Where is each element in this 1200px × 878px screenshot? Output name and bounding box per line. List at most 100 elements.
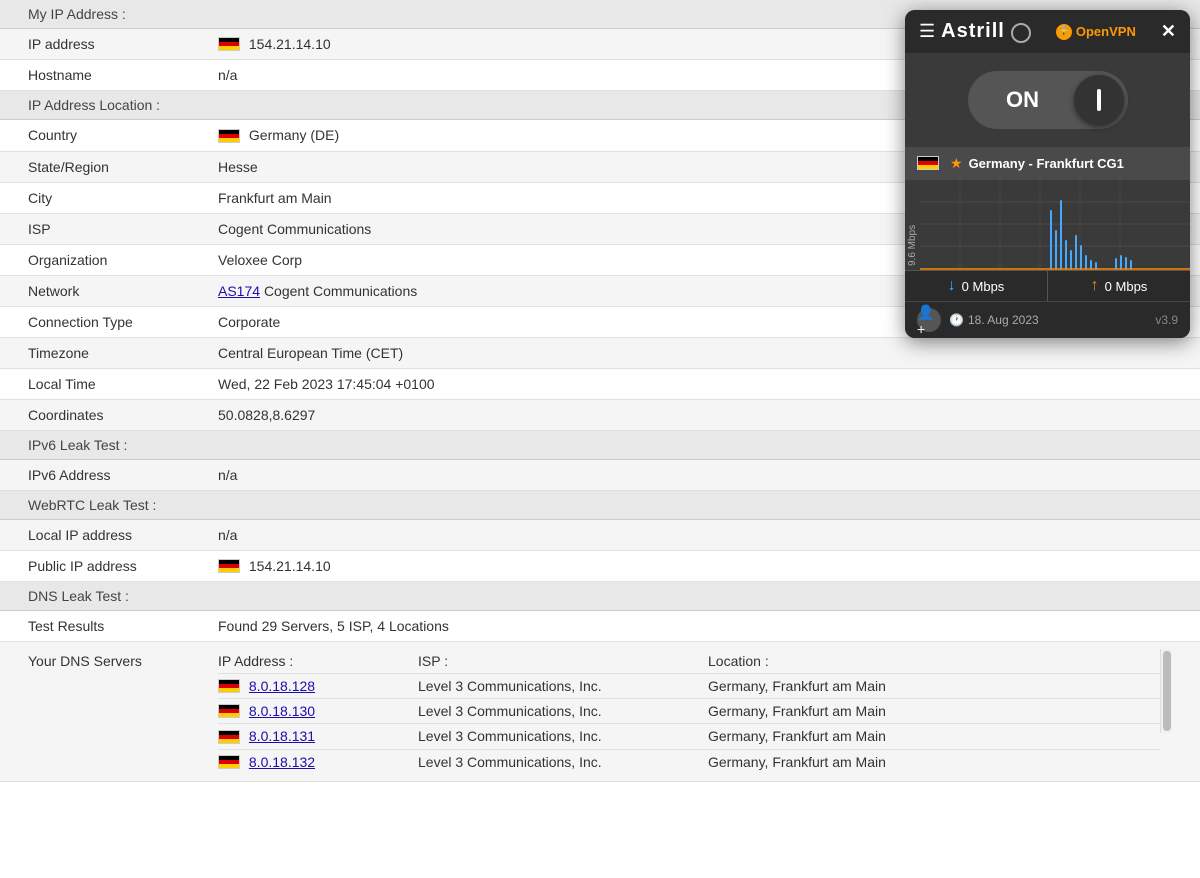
dns-table-row: 8.0.18.130 Level 3 Communications, Inc. … xyxy=(218,698,1160,723)
dns-isp-2: Level 3 Communications, Inc. xyxy=(418,703,708,719)
vpn-clock-icon: 🕐 xyxy=(949,313,964,327)
timezone-label: Timezone xyxy=(28,345,218,361)
dns-header-location: Location : xyxy=(708,653,1160,669)
local-time-row: Local Time Wed, 22 Feb 2023 17:45:04 +01… xyxy=(0,369,1200,400)
local-ip-row: Local IP address n/a xyxy=(0,520,1200,551)
test-results-value: Found 29 Servers, 5 ISP, 4 Locations xyxy=(218,618,1172,634)
dns-servers-value: IP Address : ISP : Location : 8.0.18.128… xyxy=(218,649,1160,774)
local-time-value: Wed, 22 Feb 2023 17:45:04 +0100 xyxy=(218,376,1172,392)
vpn-protocol-label: OpenVPN xyxy=(1076,24,1136,39)
country-flag-icon xyxy=(218,129,240,143)
dns-flag-icon-2 xyxy=(218,704,240,718)
dns-table: IP Address : ISP : Location : 8.0.18.128… xyxy=(218,649,1160,774)
ipv6-address-label: IPv6 Address xyxy=(28,467,218,483)
test-results-row: Test Results Found 29 Servers, 5 ISP, 4 … xyxy=(0,611,1200,642)
dns-loc-1: Germany, Frankfurt am Main xyxy=(708,678,1160,694)
vpn-footer: 👤+ 🕐 18. Aug 2023 v3.9 xyxy=(905,301,1190,338)
dns-flag-icon-3 xyxy=(218,730,240,744)
dns-table-header: IP Address : ISP : Location : xyxy=(218,649,1160,673)
hostname-label: Hostname xyxy=(28,67,218,83)
dns-flag-icon-4 xyxy=(218,755,240,769)
dns-ip-1: 8.0.18.128 xyxy=(218,678,418,694)
ip-location-title: IP Address Location : xyxy=(28,97,160,113)
vpn-speed-up-value: 0 Mbps xyxy=(1105,279,1148,294)
ipv6-section-header: IPv6 Leak Test : xyxy=(0,431,1200,460)
city-label: City xyxy=(28,190,218,206)
dns-isp-1: Level 3 Communications, Inc. xyxy=(418,678,708,694)
ipv6-address-row: IPv6 Address n/a xyxy=(0,460,1200,491)
vpn-toggle-knob xyxy=(1074,75,1124,125)
connection-type-label: Connection Type xyxy=(28,314,218,330)
dns-servers-label: Your DNS Servers xyxy=(28,649,218,669)
vpn-toggle-label: ON xyxy=(972,87,1074,113)
dns-ip-link-1[interactable]: 8.0.18.128 xyxy=(249,678,315,694)
vpn-star-icon: ★ xyxy=(950,155,963,172)
flag-icon xyxy=(218,37,240,51)
vpn-add-user-icon[interactable]: 👤+ xyxy=(917,308,941,332)
vpn-toggle-knob-bar xyxy=(1097,89,1101,111)
test-results-label: Test Results xyxy=(28,618,218,634)
vpn-speed-upload: ↑ 0 Mbps xyxy=(1048,271,1190,301)
dns-ip-link-2[interactable]: 8.0.18.130 xyxy=(249,703,315,719)
vpn-protocol: 🔒 OpenVPN xyxy=(1056,24,1136,40)
webrtc-section-header: WebRTC Leak Test : xyxy=(0,491,1200,520)
dns-isp-3: Level 3 Communications, Inc. xyxy=(418,728,708,744)
download-arrow-icon: ↓ xyxy=(948,277,956,295)
org-label: Organization xyxy=(28,252,218,268)
vpn-chart-area: 9.6 Mbps xyxy=(905,180,1190,270)
vpn-header-left: ☰ Astrill xyxy=(919,20,1031,43)
vpn-speed-down-value: 0 Mbps xyxy=(962,279,1005,294)
timezone-value: Central European Time (CET) xyxy=(218,345,1172,361)
scrollbar[interactable] xyxy=(1160,649,1172,733)
vpn-chart-label: 9.6 Mbps xyxy=(905,180,920,270)
public-ip-row: Public IP address 154.21.14.10 xyxy=(0,551,1200,582)
vpn-chart-canvas xyxy=(920,180,1190,270)
vpn-title: Astrill xyxy=(941,20,1005,43)
dns-flag-icon-1 xyxy=(218,679,240,693)
dns-loc-2: Germany, Frankfurt am Main xyxy=(708,703,1160,719)
dns-section-header: DNS Leak Test : xyxy=(0,582,1200,611)
vpn-version: v3.9 xyxy=(1155,313,1178,327)
state-label: State/Region xyxy=(28,159,218,175)
local-ip-value: n/a xyxy=(218,527,1172,543)
dns-ip-link-4[interactable]: 8.0.18.132 xyxy=(249,754,315,770)
dns-ip-3: 8.0.18.131 xyxy=(218,728,418,744)
vpn-date-time: 🕐 18. Aug 2023 xyxy=(949,313,1039,327)
dns-header-isp: ISP : xyxy=(418,653,708,669)
vpn-close-button[interactable]: ✕ xyxy=(1161,21,1176,42)
upload-arrow-icon: ↑ xyxy=(1091,277,1099,295)
local-ip-label: Local IP address xyxy=(28,527,218,543)
vpn-toggle-switch[interactable]: ON xyxy=(968,71,1128,129)
vpn-speed-download: ↓ 0 Mbps xyxy=(905,271,1048,301)
dns-table-row: 8.0.18.131 Level 3 Communications, Inc. … xyxy=(218,723,1160,748)
my-ip-title: My IP Address : xyxy=(28,6,126,22)
webrtc-title: WebRTC Leak Test : xyxy=(28,497,156,513)
dns-servers-row: Your DNS Servers IP Address : ISP : Loca… xyxy=(0,642,1200,782)
vpn-chart-svg xyxy=(920,180,1190,270)
vpn-date-value: 18. Aug 2023 xyxy=(968,313,1039,327)
vpn-menu-icon[interactable]: ☰ xyxy=(919,21,935,42)
dns-loc-3: Germany, Frankfurt am Main xyxy=(708,728,1160,744)
timezone-row: Timezone Central European Time (CET) xyxy=(0,338,1200,369)
network-label: Network xyxy=(28,283,218,299)
vpn-protocol-icon: 🔒 xyxy=(1056,24,1072,40)
network-link[interactable]: AS174 xyxy=(218,283,260,299)
public-ip-label: Public IP address xyxy=(28,558,218,574)
dns-loc-4: Germany, Frankfurt am Main xyxy=(708,754,1160,770)
vpn-server-flag-icon xyxy=(917,156,939,170)
vpn-server-row[interactable]: ★ Germany - Frankfurt CG1 xyxy=(905,147,1190,180)
ipv6-title: IPv6 Leak Test : xyxy=(28,437,127,453)
dns-ip-2: 8.0.18.130 xyxy=(218,703,418,719)
dns-ip-link-3[interactable]: 8.0.18.131 xyxy=(249,728,315,744)
dns-title: DNS Leak Test : xyxy=(28,588,129,604)
vpn-footer-left: 👤+ 🕐 18. Aug 2023 xyxy=(917,308,1039,332)
country-label: Country xyxy=(28,127,218,143)
coordinates-row: Coordinates 50.0828,8.6297 xyxy=(0,400,1200,431)
public-ip-flag-icon xyxy=(218,559,240,573)
isp-label: ISP xyxy=(28,221,218,237)
vpn-widget: ☰ Astrill 🔒 OpenVPN ✕ ON ★ Germany - Fra… xyxy=(905,10,1190,338)
dns-table-row: 8.0.18.132 Level 3 Communications, Inc. … xyxy=(218,749,1160,774)
coordinates-value: 50.0828,8.6297 xyxy=(218,407,1172,423)
vpn-globe-icon xyxy=(1011,23,1031,43)
dns-isp-4: Level 3 Communications, Inc. xyxy=(418,754,708,770)
